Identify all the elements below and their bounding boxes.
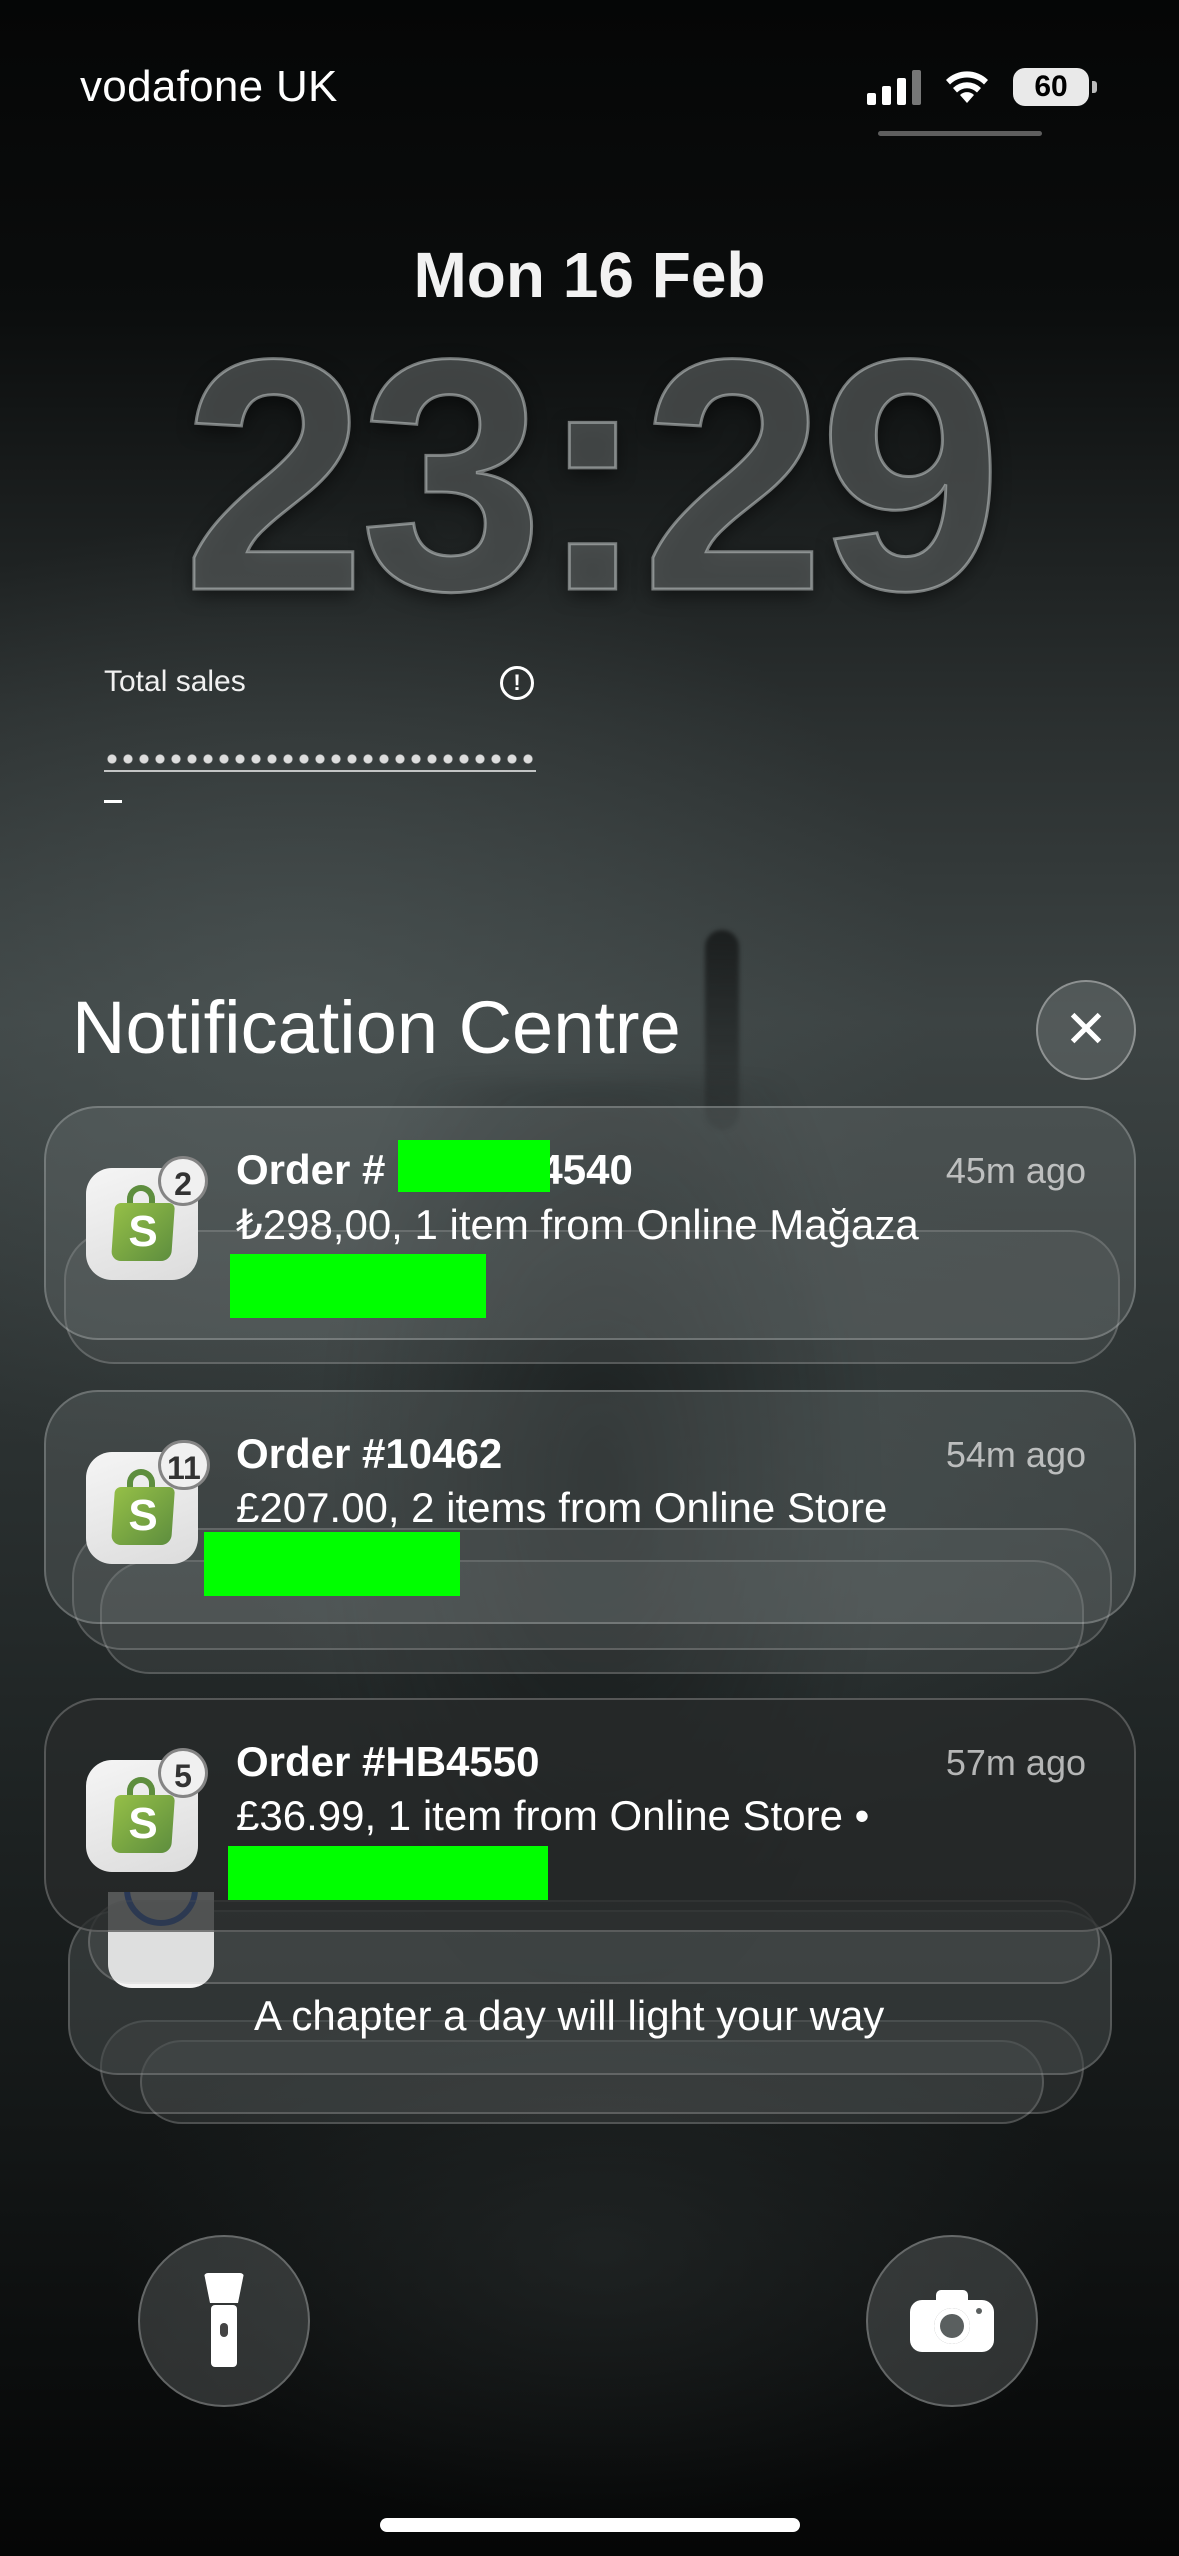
total-sales-label[interactable]: Total sales [104,665,246,699]
notification-body: A chapter a day will light your way [254,1992,885,2039]
carrier-name: vodafone UK [80,62,338,111]
close-button[interactable]: ✕ [1036,980,1136,1080]
notification-body: £36.99, 1 item from Online Store • [236,1792,870,1839]
info-icon[interactable]: ! [500,666,534,700]
redacted-customer-name [230,1254,486,1318]
redacted-customer-name [204,1532,460,1596]
battery-indicator: 60 [1013,68,1097,106]
notification-count-badge: 2 [158,1156,208,1206]
notification-time: 45m ago [945,1150,1086,1191]
notification-card[interactable]: S 11 Order #10462 54m ago £207.00, 2 ite… [44,1390,1136,1624]
cellular-signal-icon [867,69,921,105]
notification-time: 57m ago [945,1742,1086,1783]
camera-button[interactable] [866,2235,1038,2407]
home-indicator[interactable] [380,2518,800,2532]
redacted-customer-name [228,1846,548,1900]
notification-time: 54m ago [945,1434,1086,1475]
lock-time: 23:29 [181,290,1004,659]
notification-body: £207.00, 2 items from Online Store [236,1484,888,1531]
wallpaper-sword [705,930,739,1130]
notification-card[interactable]: S 2 Order #4540 45m ago ₺298,00, 1 item … [44,1106,1136,1340]
camera-icon [910,2290,994,2352]
notification-title: Order #10462 [236,1430,503,1477]
sales-underline [104,770,536,772]
sales-value-placeholder [104,800,122,803]
notification-body: ₺298,00, 1 item from Online Mağaza [236,1201,919,1248]
notification-title: Order #HB4550 [236,1738,540,1785]
sales-value-dots [104,752,536,766]
wifi-icon [946,71,988,103]
notification-count-badge: 11 [158,1440,210,1490]
flashlight-icon [204,2273,244,2369]
status-indicators: 60 [867,62,1097,112]
redacted-order-number [398,1140,550,1192]
close-icon: ✕ [1064,1001,1108,1059]
flashlight-button[interactable] [138,2235,310,2407]
notification-card[interactable]: S 5 Order #HB4550 57m ago £36.99, 1 item… [44,1698,1136,1932]
status-underline [878,131,1042,136]
notification-centre-title: Notification Centre [72,986,681,1069]
notification-count-badge: 5 [158,1748,208,1798]
